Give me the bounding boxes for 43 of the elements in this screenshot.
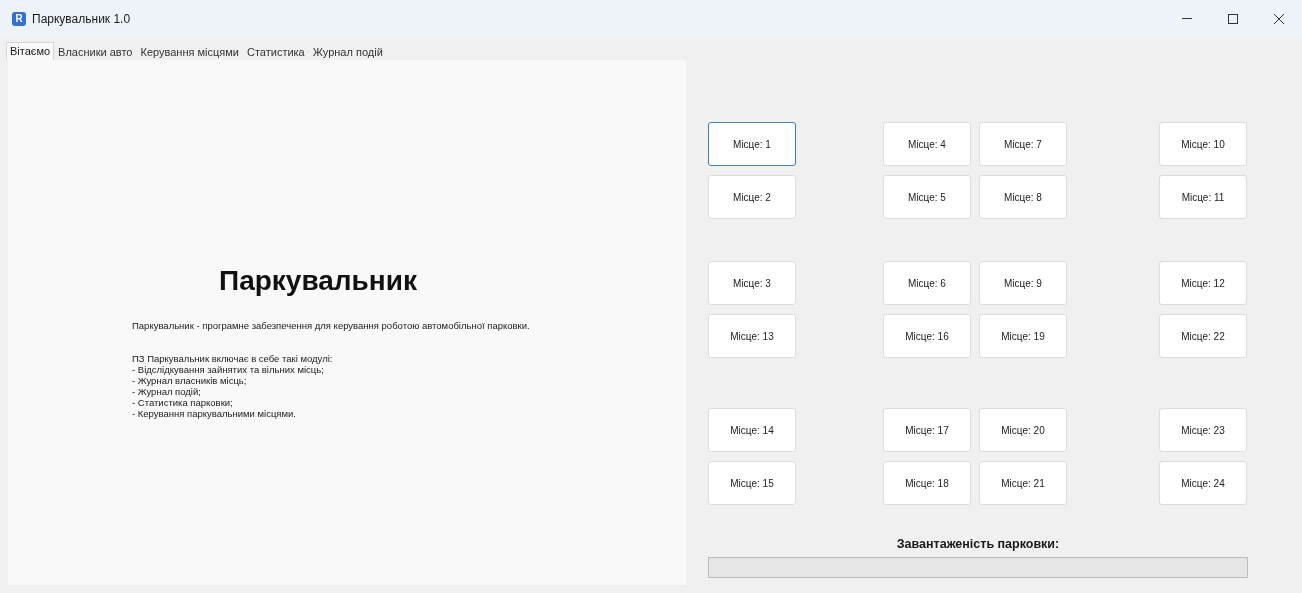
modules-title: ПЗ Паркувальник включає в себе такі модулі: — [132, 353, 334, 365]
parking-spot-button[interactable]: Місце: 19 — [979, 314, 1067, 358]
parking-spot-button[interactable]: Місце: 22 — [1159, 314, 1247, 358]
occupancy-label: Завантаженість парковки: — [895, 536, 1061, 553]
parking-spot-button[interactable]: Місце: 16 — [883, 314, 971, 358]
maximize-icon — [1228, 14, 1238, 24]
parking-spot-button[interactable]: Місце: 11 — [1159, 175, 1247, 219]
parking-spot-button[interactable]: Місце: 5 — [883, 175, 971, 219]
parking-spot-button[interactable]: Місце: 21 — [979, 461, 1067, 505]
module-item: - Відслідкування зайнятих та вільних місць; — [132, 364, 325, 376]
tab[interactable]: Керування місцями — [136, 44, 243, 60]
welcome-heading: Паркувальник — [218, 267, 418, 295]
parking-spot-button[interactable]: Місце: 4 — [883, 122, 971, 166]
parking-spot-button[interactable]: Місце: 15 — [708, 461, 796, 505]
tab[interactable]: Статистика — [242, 44, 309, 60]
parking-spot-button[interactable]: Місце: 10 — [1159, 122, 1247, 166]
parking-spot-button[interactable]: Місце: 23 — [1159, 408, 1247, 452]
tab[interactable]: Журнал подій — [308, 44, 387, 60]
parking-spot-button[interactable]: Місце: 3 — [708, 261, 796, 305]
parking-spot-button[interactable]: Місце: 9 — [979, 261, 1067, 305]
parking-spot-button[interactable]: Місце: 17 — [883, 408, 971, 452]
description-text: Паркувальник - програмне забезпечення для керування роботою автомобільної парковки. — [132, 319, 531, 333]
window-title: Паркувальник 1.0 — [32, 11, 131, 28]
module-item: - Статистика парковки; — [132, 397, 234, 409]
parking-spot-button[interactable]: Місце: 20 — [979, 408, 1067, 452]
close-icon — [1274, 14, 1284, 24]
parking-spot-button[interactable]: Місце: 14 — [708, 408, 796, 452]
parking-spot-button[interactable]: Місце: 13 — [708, 314, 796, 358]
parking-spot-button[interactable]: Місце: 2 — [708, 175, 796, 219]
tab[interactable]: Вітаємо — [6, 42, 55, 60]
parking-spot-button[interactable]: Місце: 18 — [883, 461, 971, 505]
minimize-icon — [1182, 18, 1192, 20]
parking-spot-button[interactable]: Місце: 7 — [979, 122, 1067, 166]
parking-spot-button[interactable]: Місце: 8 — [979, 175, 1067, 219]
app-icon: R — [12, 12, 26, 26]
parking-spot-button[interactable]: Місце: 1 — [708, 122, 796, 166]
parking-spot-button[interactable]: Місце: 12 — [1159, 261, 1247, 305]
module-item: - Керування паркувальними місцями. — [132, 408, 297, 420]
parking-spot-button[interactable]: Місце: 24 — [1159, 461, 1247, 505]
parking-spot-button[interactable]: Місце: 6 — [883, 261, 971, 305]
module-item: - Журнал подій; — [132, 386, 202, 398]
module-item: - Журнал власників місць; — [132, 375, 248, 387]
tab[interactable]: Власники авто — [54, 44, 137, 60]
